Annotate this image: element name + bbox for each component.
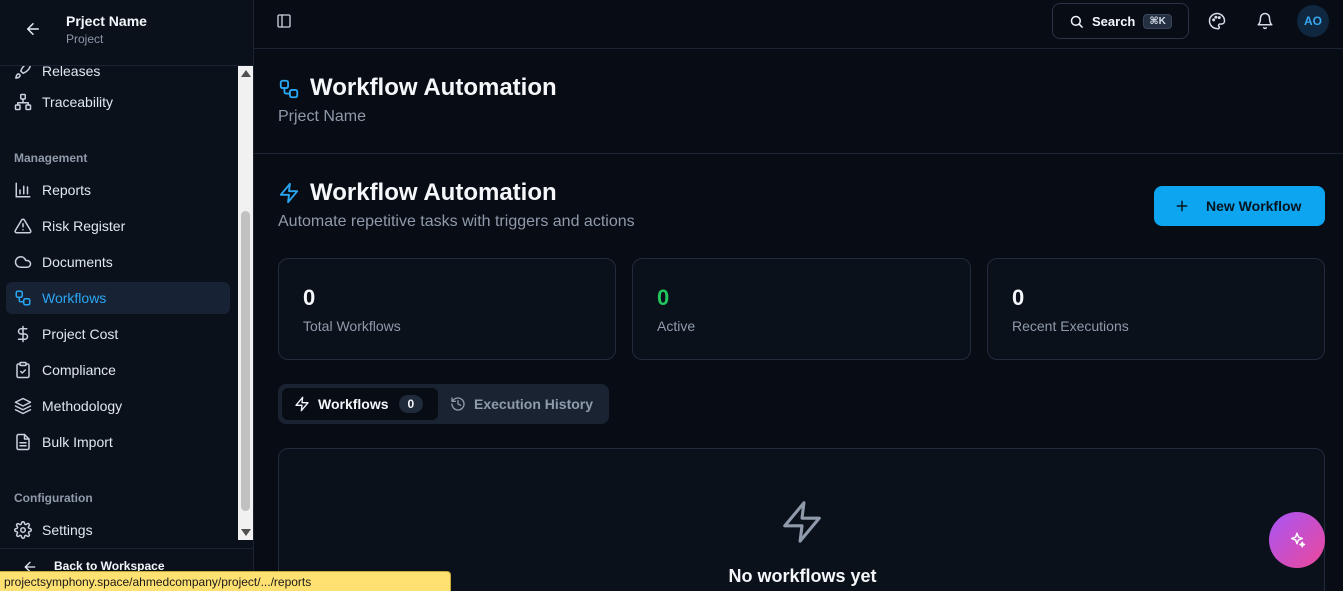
sidebar-item-label: Settings bbox=[42, 522, 93, 538]
sidebar-item-releases[interactable]: Releases bbox=[6, 66, 230, 87]
page-title: Workflow Automation bbox=[310, 74, 557, 101]
search-label: Search bbox=[1092, 13, 1136, 29]
status-bar-url: projectsymphony.space/ahmedcompany/proje… bbox=[0, 571, 451, 591]
sidebar-item-settings[interactable]: Settings bbox=[6, 514, 230, 540]
sidebar-header: Prject Name Project bbox=[0, 0, 253, 66]
sidebar-item-label: Risk Register bbox=[42, 218, 126, 234]
sidebar-item-documents[interactable]: Documents bbox=[6, 246, 230, 278]
panel-toggle-icon[interactable] bbox=[276, 13, 292, 29]
sidebar-item-compliance[interactable]: Compliance bbox=[6, 354, 230, 386]
stat-card-active: 0 Active bbox=[632, 258, 971, 360]
search-icon bbox=[1069, 14, 1084, 29]
page-header: Workflow Automation Prject Name bbox=[254, 49, 1343, 154]
project-name: Prject Name bbox=[66, 13, 147, 29]
sidebar-nav: Releases Traceability Management Reports… bbox=[0, 66, 238, 540]
section-title: Workflow Automation bbox=[310, 179, 557, 206]
sidebar-item-label: Compliance bbox=[42, 362, 116, 378]
sidebar-item-project-cost[interactable]: Project Cost bbox=[6, 318, 230, 350]
sidebar-item-label: Methodology bbox=[42, 398, 123, 414]
section-subtitle: Automate repetitive tasks with triggers … bbox=[278, 213, 635, 230]
network-icon bbox=[14, 93, 32, 111]
workflow-tabs: Workflows 0 Execution History bbox=[278, 384, 609, 424]
layers-icon bbox=[14, 397, 32, 415]
tab-label: Execution History bbox=[474, 396, 594, 412]
workflow-icon bbox=[278, 78, 300, 100]
sidebar-item-workflows[interactable]: Workflows bbox=[6, 282, 230, 314]
scroll-down-arrow-icon[interactable] bbox=[241, 529, 251, 536]
ai-assistant-button[interactable] bbox=[1269, 512, 1325, 568]
user-avatar[interactable]: AO bbox=[1297, 5, 1329, 37]
gear-icon bbox=[14, 521, 32, 539]
dollar-icon bbox=[14, 325, 32, 343]
section-label-management: Management bbox=[14, 151, 88, 165]
sidebar-item-traceability[interactable]: Traceability bbox=[6, 86, 230, 118]
cloud-icon bbox=[14, 253, 32, 271]
zap-icon bbox=[278, 182, 300, 204]
workflow-icon bbox=[14, 289, 32, 307]
workflow-count-badge: 0 bbox=[398, 395, 424, 413]
sidebar-item-risk-register[interactable]: Risk Register bbox=[6, 210, 230, 242]
sidebar-item-reports[interactable]: Reports bbox=[6, 174, 230, 206]
sparkles-icon bbox=[1288, 531, 1306, 549]
zap-icon bbox=[779, 499, 825, 545]
bell-icon[interactable] bbox=[1256, 12, 1274, 30]
alert-triangle-icon bbox=[14, 217, 32, 235]
stat-label: Total Workflows bbox=[303, 318, 401, 334]
plus-icon bbox=[1174, 198, 1190, 214]
zap-icon bbox=[294, 396, 310, 412]
back-arrow-icon[interactable] bbox=[24, 20, 42, 38]
stat-value: 0 bbox=[1012, 285, 1025, 310]
stat-label: Active bbox=[657, 318, 696, 334]
sidebar-item-label: Reports bbox=[42, 182, 92, 198]
search-shortcut-badge: ⌘K bbox=[1143, 13, 1172, 29]
stat-value: 0 bbox=[303, 285, 316, 310]
tab-label: Workflows bbox=[318, 396, 389, 412]
sidebar: Prject Name Project Releases Traceabilit… bbox=[0, 0, 254, 591]
sidebar-item-methodology[interactable]: Methodology bbox=[6, 390, 230, 422]
tab-execution-history[interactable]: Execution History bbox=[450, 388, 593, 420]
history-icon bbox=[450, 396, 466, 412]
file-text-icon bbox=[14, 433, 32, 451]
clipboard-check-icon bbox=[14, 361, 32, 379]
new-workflow-label: New Workflow bbox=[1206, 198, 1302, 214]
page-subtitle: Prject Name bbox=[278, 108, 367, 125]
new-workflow-button[interactable]: New Workflow bbox=[1154, 186, 1325, 226]
sidebar-item-label: Traceability bbox=[42, 94, 114, 110]
bar-chart-icon bbox=[14, 181, 32, 199]
sidebar-item-label: Workflows bbox=[42, 290, 107, 306]
rocket-icon bbox=[14, 66, 32, 80]
sidebar-scrollbar[interactable] bbox=[238, 66, 253, 540]
stat-card-total-workflows: 0 Total Workflows bbox=[278, 258, 616, 360]
tab-workflows[interactable]: Workflows 0 bbox=[282, 388, 438, 420]
stat-label: Recent Executions bbox=[1012, 318, 1129, 334]
stat-card-recent-executions: 0 Recent Executions bbox=[987, 258, 1325, 360]
scroll-up-arrow-icon[interactable] bbox=[241, 70, 251, 77]
empty-state-card: No workflows yet bbox=[278, 448, 1325, 591]
sidebar-item-label: Documents bbox=[42, 254, 113, 270]
sidebar-item-label: Project Cost bbox=[42, 326, 119, 342]
topbar: Search ⌘K AO bbox=[254, 0, 1343, 49]
palette-icon[interactable] bbox=[1208, 12, 1226, 30]
sidebar-item-bulk-import[interactable]: Bulk Import bbox=[6, 426, 230, 458]
stat-value: 0 bbox=[657, 285, 670, 310]
section-label-configuration: Configuration bbox=[14, 491, 93, 505]
search-button[interactable]: Search ⌘K bbox=[1052, 3, 1189, 39]
sidebar-item-label: Bulk Import bbox=[42, 434, 113, 450]
project-type: Project bbox=[66, 32, 104, 46]
scrollbar-thumb[interactable] bbox=[241, 211, 250, 511]
sidebar-item-label: Releases bbox=[42, 66, 101, 79]
